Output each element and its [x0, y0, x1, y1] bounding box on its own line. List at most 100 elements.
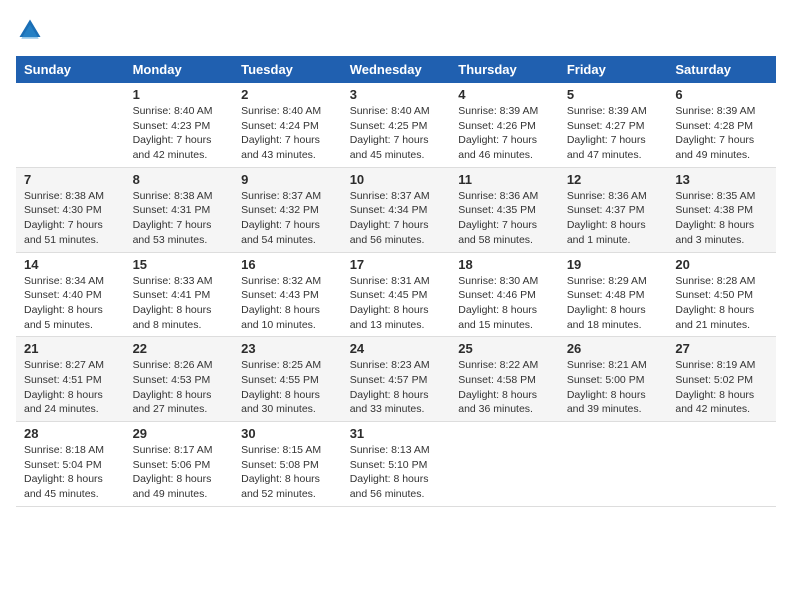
header-row: SundayMondayTuesdayWednesdayThursdayFrid…	[16, 56, 776, 83]
calendar-table: SundayMondayTuesdayWednesdayThursdayFrid…	[16, 56, 776, 507]
day-number: 24	[350, 341, 443, 356]
day-number: 25	[458, 341, 551, 356]
header-cell-sunday: Sunday	[16, 56, 125, 83]
day-number: 29	[133, 426, 226, 441]
day-cell: 1 Sunrise: 8:40 AMSunset: 4:23 PMDaylight…	[125, 83, 234, 167]
day-info: Sunrise: 8:13 AMSunset: 5:10 PMDaylight:…	[350, 443, 443, 502]
day-cell: 9 Sunrise: 8:37 AMSunset: 4:32 PMDaylight…	[233, 167, 342, 252]
day-cell: 17 Sunrise: 8:31 AMSunset: 4:45 PMDayligh…	[342, 252, 451, 337]
day-cell	[559, 422, 668, 507]
day-info: Sunrise: 8:22 AMSunset: 4:58 PMDaylight:…	[458, 358, 551, 417]
day-cell: 10 Sunrise: 8:37 AMSunset: 4:34 PMDayligh…	[342, 167, 451, 252]
week-row-2: 7 Sunrise: 8:38 AMSunset: 4:30 PMDaylight…	[16, 167, 776, 252]
day-number: 23	[241, 341, 334, 356]
day-number: 1	[133, 87, 226, 102]
day-cell: 26Sunrise: 8:21 AMSunset: 5:00 PMDayligh…	[559, 337, 668, 422]
day-cell: 5 Sunrise: 8:39 AMSunset: 4:27 PMDaylight…	[559, 83, 668, 167]
day-cell	[16, 83, 125, 167]
day-cell: 11 Sunrise: 8:36 AMSunset: 4:35 PMDayligh…	[450, 167, 559, 252]
day-number: 15	[133, 257, 226, 272]
day-info: Sunrise: 8:34 AMSunset: 4:40 PMDaylight:…	[24, 274, 117, 333]
day-number: 12	[567, 172, 660, 187]
day-number: 13	[675, 172, 768, 187]
day-cell: 20 Sunrise: 8:28 AMSunset: 4:50 PMDayligh…	[667, 252, 776, 337]
day-number: 28	[24, 426, 117, 441]
day-number: 17	[350, 257, 443, 272]
day-info: Sunrise: 8:15 AMSunset: 5:08 PMDaylight:…	[241, 443, 334, 502]
page-header	[16, 16, 776, 44]
day-cell: 16Sunrise: 8:32 AMSunset: 4:43 PMDayligh…	[233, 252, 342, 337]
day-info: Sunrise: 8:40 AMSunset: 4:24 PMDaylight:…	[241, 104, 334, 163]
day-cell: 8Sunrise: 8:38 AMSunset: 4:31 PMDaylight…	[125, 167, 234, 252]
day-info: Sunrise: 8:40 AMSunset: 4:25 PMDaylight:…	[350, 104, 443, 163]
day-number: 9	[241, 172, 334, 187]
day-info: Sunrise: 8:39 AMSunset: 4:26 PMDaylight:…	[458, 104, 551, 163]
day-number: 4	[458, 87, 551, 102]
header-cell-tuesday: Tuesday	[233, 56, 342, 83]
header-cell-thursday: Thursday	[450, 56, 559, 83]
day-info: Sunrise: 8:28 AMSunset: 4:50 PMDaylight:…	[675, 274, 768, 333]
day-cell: 18 Sunrise: 8:30 AMSunset: 4:46 PMDayligh…	[450, 252, 559, 337]
header-cell-monday: Monday	[125, 56, 234, 83]
day-cell: 6 Sunrise: 8:39 AMSunset: 4:28 PMDaylight…	[667, 83, 776, 167]
day-number: 18	[458, 257, 551, 272]
day-cell: 29 Sunrise: 8:17 AMSunset: 5:06 PMDayligh…	[125, 422, 234, 507]
day-number: 22	[133, 341, 226, 356]
day-info: Sunrise: 8:40 AMSunset: 4:23 PMDaylight:…	[133, 104, 226, 163]
day-info: Sunrise: 8:37 AMSunset: 4:32 PMDaylight:…	[241, 189, 334, 248]
day-cell	[667, 422, 776, 507]
day-cell: 15 Sunrise: 8:33 AMSunset: 4:41 PMDayligh…	[125, 252, 234, 337]
day-cell: 21 Sunrise: 8:27 AMSunset: 4:51 PMDayligh…	[16, 337, 125, 422]
day-info: Sunrise: 8:19 AMSunset: 5:02 PMDaylight:…	[675, 358, 768, 417]
day-cell: 19 Sunrise: 8:29 AMSunset: 4:48 PMDayligh…	[559, 252, 668, 337]
day-number: 14	[24, 257, 117, 272]
day-number: 20	[675, 257, 768, 272]
day-number: 5	[567, 87, 660, 102]
week-row-5: 28Sunrise: 8:18 AMSunset: 5:04 PMDayligh…	[16, 422, 776, 507]
day-number: 11	[458, 172, 551, 187]
day-cell: 3Sunrise: 8:40 AMSunset: 4:25 PMDaylight…	[342, 83, 451, 167]
day-info: Sunrise: 8:30 AMSunset: 4:46 PMDaylight:…	[458, 274, 551, 333]
week-row-3: 14 Sunrise: 8:34 AMSunset: 4:40 PMDayligh…	[16, 252, 776, 337]
day-info: Sunrise: 8:21 AMSunset: 5:00 PMDaylight:…	[567, 358, 660, 417]
day-number: 21	[24, 341, 117, 356]
day-info: Sunrise: 8:26 AMSunset: 4:53 PMDaylight:…	[133, 358, 226, 417]
day-number: 19	[567, 257, 660, 272]
day-number: 10	[350, 172, 443, 187]
day-cell: 14 Sunrise: 8:34 AMSunset: 4:40 PMDayligh…	[16, 252, 125, 337]
day-info: Sunrise: 8:38 AMSunset: 4:30 PMDaylight:…	[24, 189, 117, 248]
day-info: Sunrise: 8:33 AMSunset: 4:41 PMDaylight:…	[133, 274, 226, 333]
day-info: Sunrise: 8:36 AMSunset: 4:37 PMDaylight:…	[567, 189, 660, 248]
day-info: Sunrise: 8:27 AMSunset: 4:51 PMDaylight:…	[24, 358, 117, 417]
logo-icon	[16, 16, 44, 44]
day-info: Sunrise: 8:39 AMSunset: 4:28 PMDaylight:…	[675, 104, 768, 163]
day-number: 6	[675, 87, 768, 102]
day-cell: 25 Sunrise: 8:22 AMSunset: 4:58 PMDayligh…	[450, 337, 559, 422]
day-cell: 28Sunrise: 8:18 AMSunset: 5:04 PMDayligh…	[16, 422, 125, 507]
logo	[16, 16, 48, 44]
day-cell: 31Sunrise: 8:13 AMSunset: 5:10 PMDayligh…	[342, 422, 451, 507]
day-number: 7	[24, 172, 117, 187]
day-info: Sunrise: 8:29 AMSunset: 4:48 PMDaylight:…	[567, 274, 660, 333]
day-cell: 4 Sunrise: 8:39 AMSunset: 4:26 PMDaylight…	[450, 83, 559, 167]
day-info: Sunrise: 8:31 AMSunset: 4:45 PMDaylight:…	[350, 274, 443, 333]
calendar-header: SundayMondayTuesdayWednesdayThursdayFrid…	[16, 56, 776, 83]
week-row-1: 1 Sunrise: 8:40 AMSunset: 4:23 PMDaylight…	[16, 83, 776, 167]
day-number: 16	[241, 257, 334, 272]
day-info: Sunrise: 8:25 AMSunset: 4:55 PMDaylight:…	[241, 358, 334, 417]
header-cell-saturday: Saturday	[667, 56, 776, 83]
calendar-body: 1 Sunrise: 8:40 AMSunset: 4:23 PMDaylight…	[16, 83, 776, 506]
day-info: Sunrise: 8:17 AMSunset: 5:06 PMDaylight:…	[133, 443, 226, 502]
day-cell: 2Sunrise: 8:40 AMSunset: 4:24 PMDaylight…	[233, 83, 342, 167]
day-cell: 30Sunrise: 8:15 AMSunset: 5:08 PMDayligh…	[233, 422, 342, 507]
day-info: Sunrise: 8:39 AMSunset: 4:27 PMDaylight:…	[567, 104, 660, 163]
week-row-4: 21 Sunrise: 8:27 AMSunset: 4:51 PMDayligh…	[16, 337, 776, 422]
day-info: Sunrise: 8:37 AMSunset: 4:34 PMDaylight:…	[350, 189, 443, 248]
day-number: 27	[675, 341, 768, 356]
day-cell: 7 Sunrise: 8:38 AMSunset: 4:30 PMDaylight…	[16, 167, 125, 252]
day-cell: 22 Sunrise: 8:26 AMSunset: 4:53 PMDayligh…	[125, 337, 234, 422]
day-number: 8	[133, 172, 226, 187]
day-info: Sunrise: 8:36 AMSunset: 4:35 PMDaylight:…	[458, 189, 551, 248]
day-cell: 23 Sunrise: 8:25 AMSunset: 4:55 PMDayligh…	[233, 337, 342, 422]
header-cell-friday: Friday	[559, 56, 668, 83]
